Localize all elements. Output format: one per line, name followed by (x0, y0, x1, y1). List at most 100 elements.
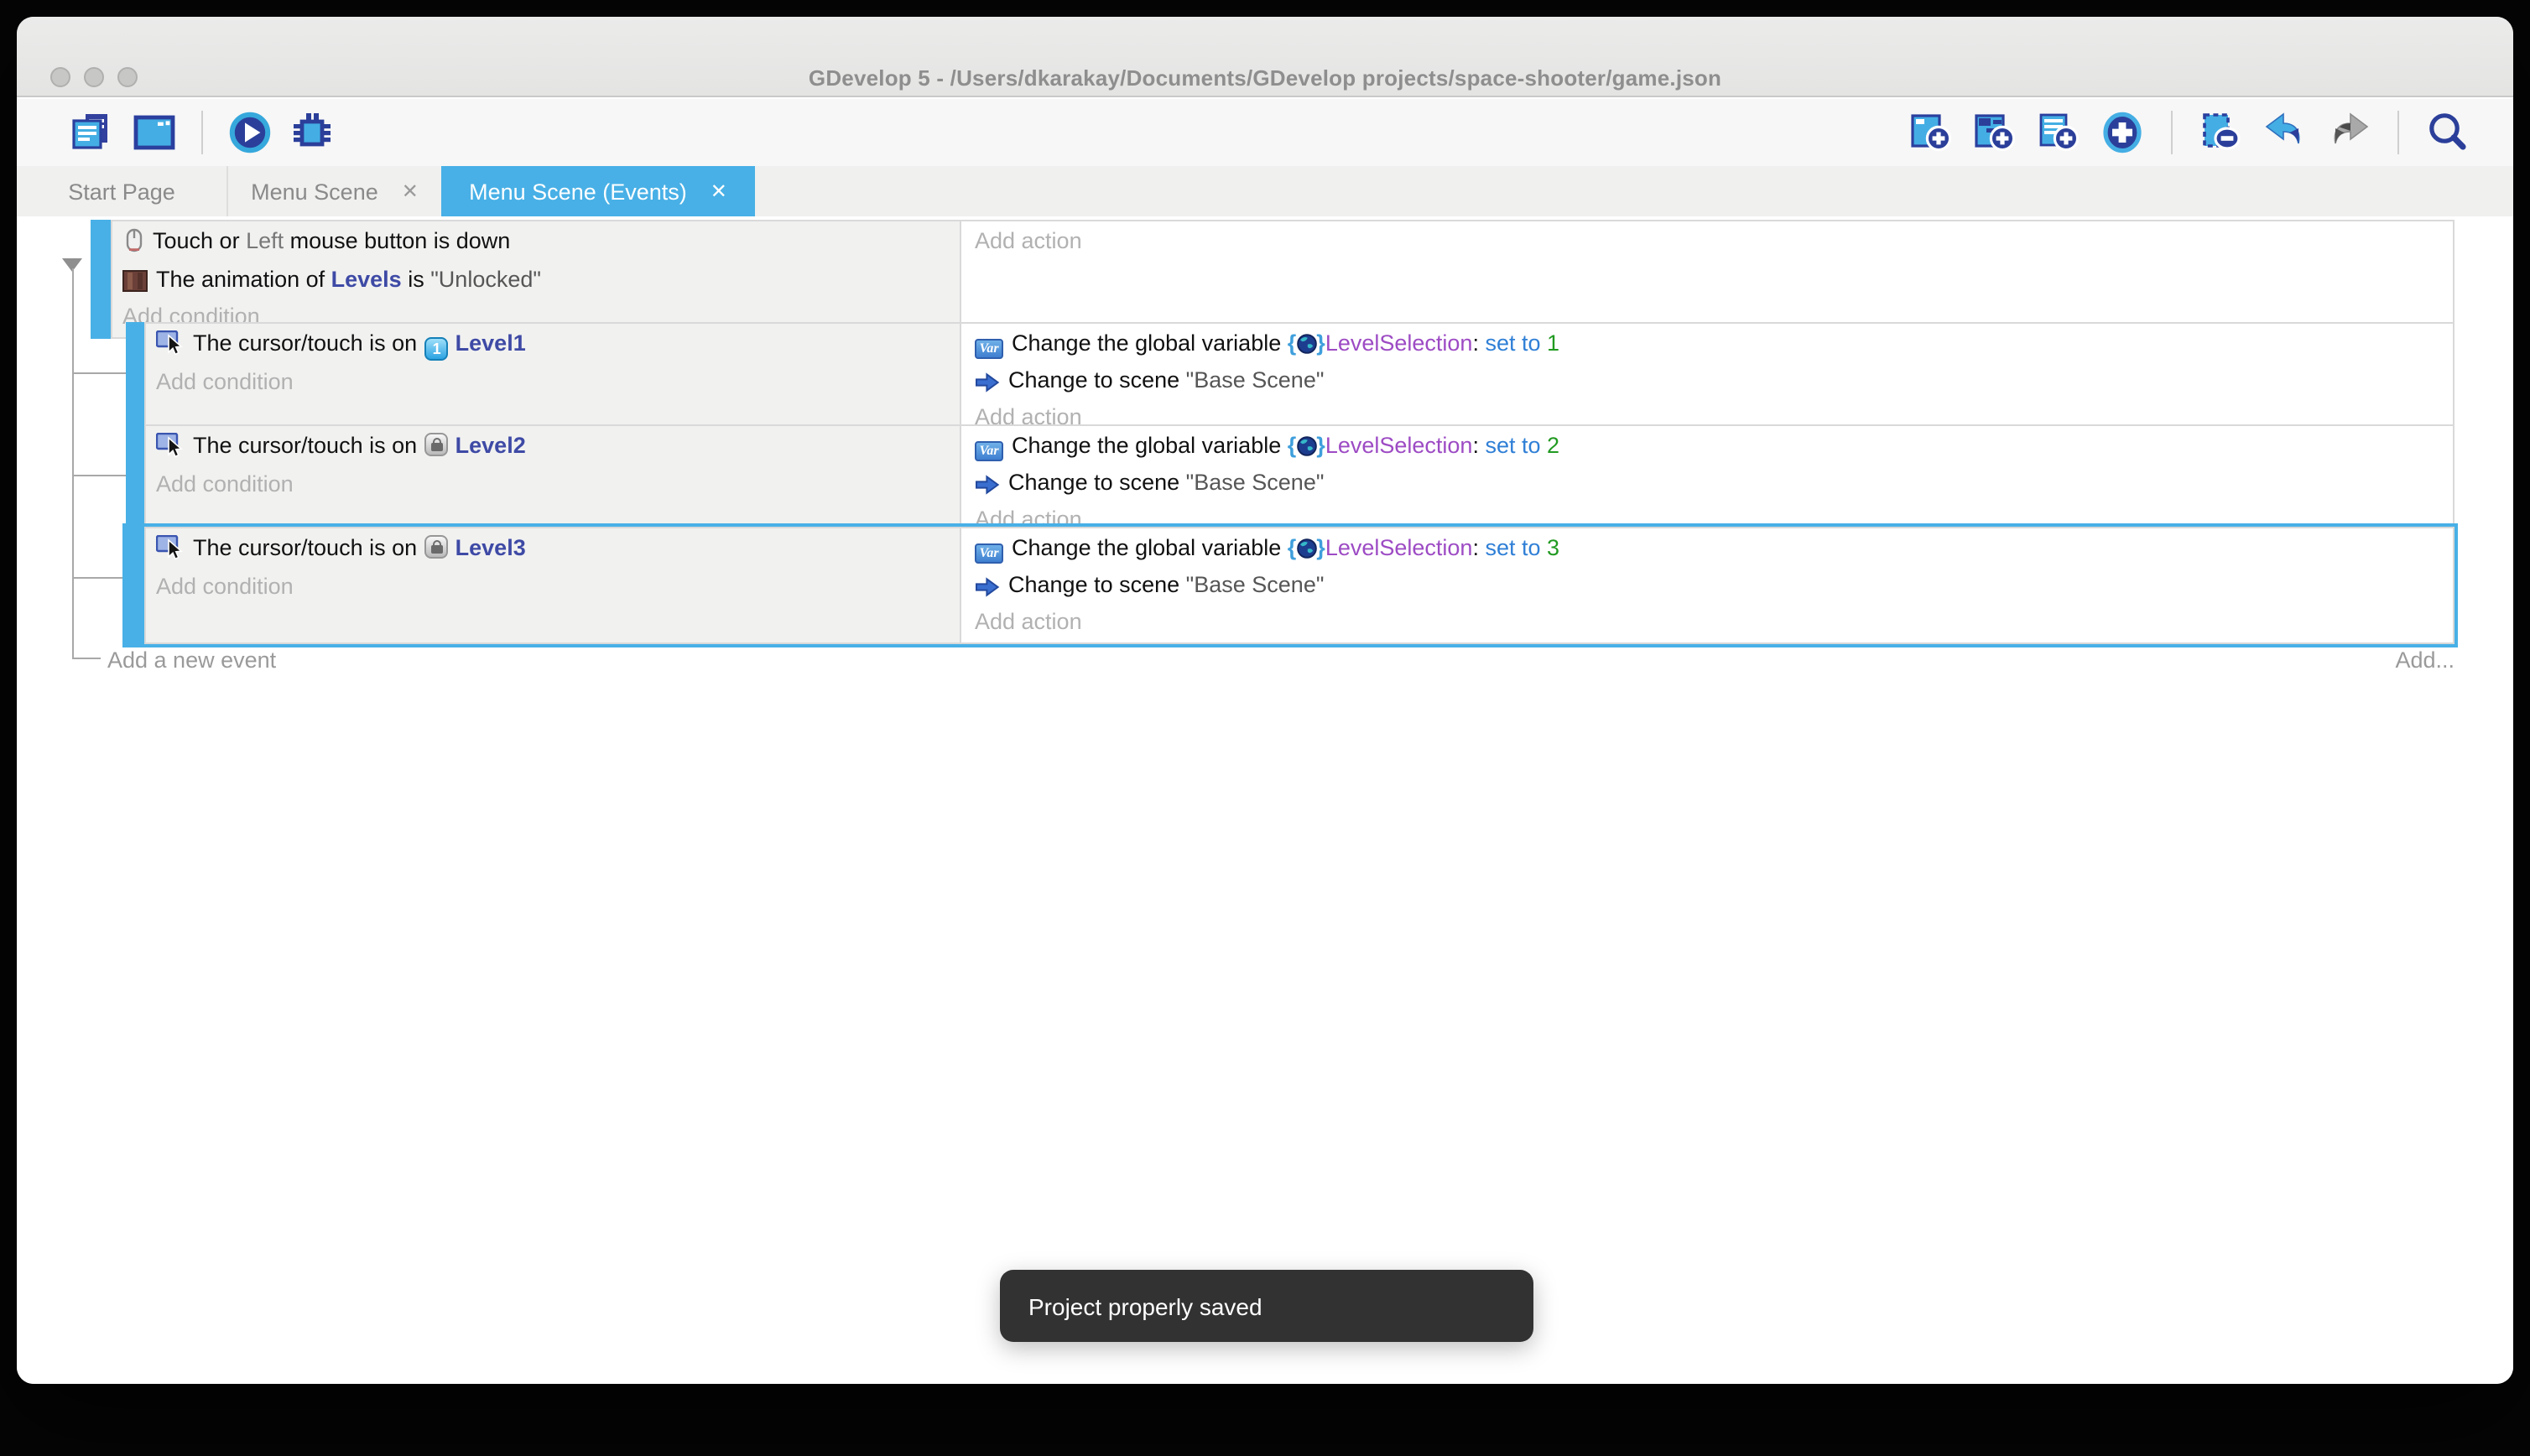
cursor-icon (156, 433, 185, 467)
action-text: : (1472, 433, 1485, 458)
condition-row[interactable]: The cursor/touch is on Level3 (156, 532, 960, 569)
global-variable-icon: } (1316, 433, 1325, 458)
add-comment-icon[interactable] (2037, 111, 2080, 154)
close-tab-icon[interactable]: ✕ (402, 179, 419, 203)
event-level3[interactable]: The cursor/touch is on Level3 Add condit… (126, 527, 2455, 643)
gdevelop-window: GDevelop 5 - /Users/dkarakay/Documents/G… (17, 17, 2513, 1384)
conditions-column: The cursor/touch is on Level3 Add condit… (146, 528, 961, 642)
condition-row[interactable]: The animation of Levels is "Unlocked" (122, 263, 960, 300)
action-text: Change to scene (1008, 571, 1186, 596)
scene-editor-icon[interactable] (133, 111, 176, 154)
add-new-icon[interactable] (2101, 111, 2144, 154)
action-row[interactable]: VarChange the global variable {}LevelSel… (975, 429, 2453, 465)
add-action-link[interactable]: Add action (975, 606, 2453, 638)
add-action-link[interactable]: Add action (975, 225, 2453, 257)
condition-text: The cursor/touch is on (193, 330, 424, 356)
tab-bar: Start Page Menu Scene ✕ Menu Scene (Even… (17, 166, 2513, 216)
change-scene-icon (975, 471, 1000, 503)
condition-text: The cursor/touch is on (193, 433, 424, 458)
action-row[interactable]: Change to scene "Base Scene" (975, 465, 2453, 503)
toolbar-left-group (70, 99, 334, 166)
toolbar-separator (2397, 111, 2399, 154)
add-event-icon[interactable] (1909, 111, 1953, 154)
add-subevent-icon[interactable] (1973, 111, 2017, 154)
operator-text: set to (1485, 330, 1547, 356)
event-level1[interactable]: The cursor/touch is on 1Level1 Add condi… (126, 322, 2455, 439)
tab-start-page[interactable]: Start Page (17, 166, 228, 216)
undo-icon[interactable] (2263, 111, 2307, 154)
variable-icon: Var (975, 339, 1003, 359)
action-row[interactable]: Change to scene "Base Scene" (975, 568, 2453, 606)
conditions-column: Touch or Left mouse button is down The a… (112, 221, 961, 336)
close-tab-icon[interactable]: ✕ (711, 179, 727, 203)
globe-icon (1296, 433, 1316, 465)
condition-row[interactable]: The cursor/touch is on 1Level1 (156, 327, 960, 365)
actions-column: VarChange the global variable {}LevelSel… (961, 528, 2453, 642)
add-more-link[interactable]: Add... (2395, 647, 2455, 673)
scene-name: "Base Scene" (1186, 469, 1325, 494)
screen: GDevelop 5 - /Users/dkarakay/Documents/G… (0, 0, 2530, 1456)
action-text: : (1472, 535, 1485, 560)
actions-column: VarChange the global variable {}LevelSel… (961, 324, 2453, 437)
condition-row[interactable]: The cursor/touch is on Level2 (156, 429, 960, 467)
actions-column: VarChange the global variable {}LevelSel… (961, 426, 2453, 539)
events-sheet: Touch or Left mouse button is down The a… (17, 216, 2513, 1384)
main-toolbar (17, 99, 2513, 166)
add-condition-link[interactable]: Add condition (156, 467, 960, 500)
variable-name: LevelSelection (1325, 535, 1473, 560)
global-variable-icon: { (1288, 535, 1297, 560)
tab-menu-scene[interactable]: Menu Scene ✕ (228, 166, 441, 216)
delete-event-icon[interactable] (2199, 111, 2243, 154)
search-icon[interactable] (2426, 111, 2470, 154)
global-variable-icon: } (1316, 535, 1325, 560)
add-condition-link[interactable]: Add condition (156, 365, 960, 398)
actions-column: Add action (961, 221, 2453, 336)
event-marker-bar (126, 322, 144, 439)
sprite-thumbnail-icon (122, 268, 148, 300)
add-condition-link[interactable]: Add condition (156, 569, 960, 602)
tree-line (72, 658, 101, 659)
tab-menu-scene-events[interactable]: Menu Scene (Events) ✕ (441, 166, 755, 216)
play-icon[interactable] (228, 111, 272, 154)
value-text: 1 (1547, 330, 1559, 356)
action-row[interactable]: VarChange the global variable {}LevelSel… (975, 327, 2453, 363)
tree-line (72, 372, 126, 374)
global-variable-icon: { (1288, 433, 1297, 458)
object-name: Level2 (456, 433, 526, 458)
redo-icon[interactable] (2327, 111, 2371, 154)
debug-icon[interactable] (290, 111, 334, 154)
action-row[interactable]: Change to scene "Base Scene" (975, 363, 2453, 401)
condition-text: Touch or (153, 228, 246, 253)
variable-name: LevelSelection (1325, 330, 1473, 356)
event-root[interactable]: Touch or Left mouse button is down The a… (91, 220, 2455, 338)
project-manager-icon[interactable] (70, 111, 114, 154)
change-scene-icon (975, 368, 1000, 401)
lock-icon (425, 433, 449, 456)
tree-line (72, 268, 74, 658)
globe-icon (1296, 535, 1316, 568)
globe-icon (1296, 330, 1316, 363)
variable-name: LevelSelection (1325, 433, 1473, 458)
conditions-column: The cursor/touch is on 1Level1 Add condi… (146, 324, 961, 437)
change-scene-icon (975, 573, 1000, 606)
toolbar-separator (201, 111, 203, 154)
tab-label: Start Page (68, 179, 175, 204)
mouse-icon (122, 228, 144, 263)
object-name: Level3 (456, 535, 526, 560)
action-text: Change to scene (1008, 367, 1186, 392)
toolbar-right-group (1909, 99, 2470, 166)
condition-text: The animation of (156, 266, 331, 291)
tree-line (72, 475, 126, 476)
event-level2[interactable]: The cursor/touch is on Level2 Add condit… (126, 424, 2455, 541)
event-marker-bar (91, 220, 111, 338)
cursor-icon (156, 330, 185, 365)
condition-row[interactable]: Touch or Left mouse button is down (122, 225, 960, 263)
operator-text: set to (1485, 433, 1547, 458)
action-row[interactable]: VarChange the global variable {}LevelSel… (975, 532, 2453, 568)
variable-icon: Var (975, 543, 1003, 564)
action-text: Change the global variable (1012, 330, 1288, 356)
tab-label: Menu Scene (251, 179, 378, 204)
add-new-event-link[interactable]: Add a new event (107, 647, 276, 673)
scene-name: "Base Scene" (1186, 571, 1325, 596)
cursor-icon (156, 535, 185, 569)
